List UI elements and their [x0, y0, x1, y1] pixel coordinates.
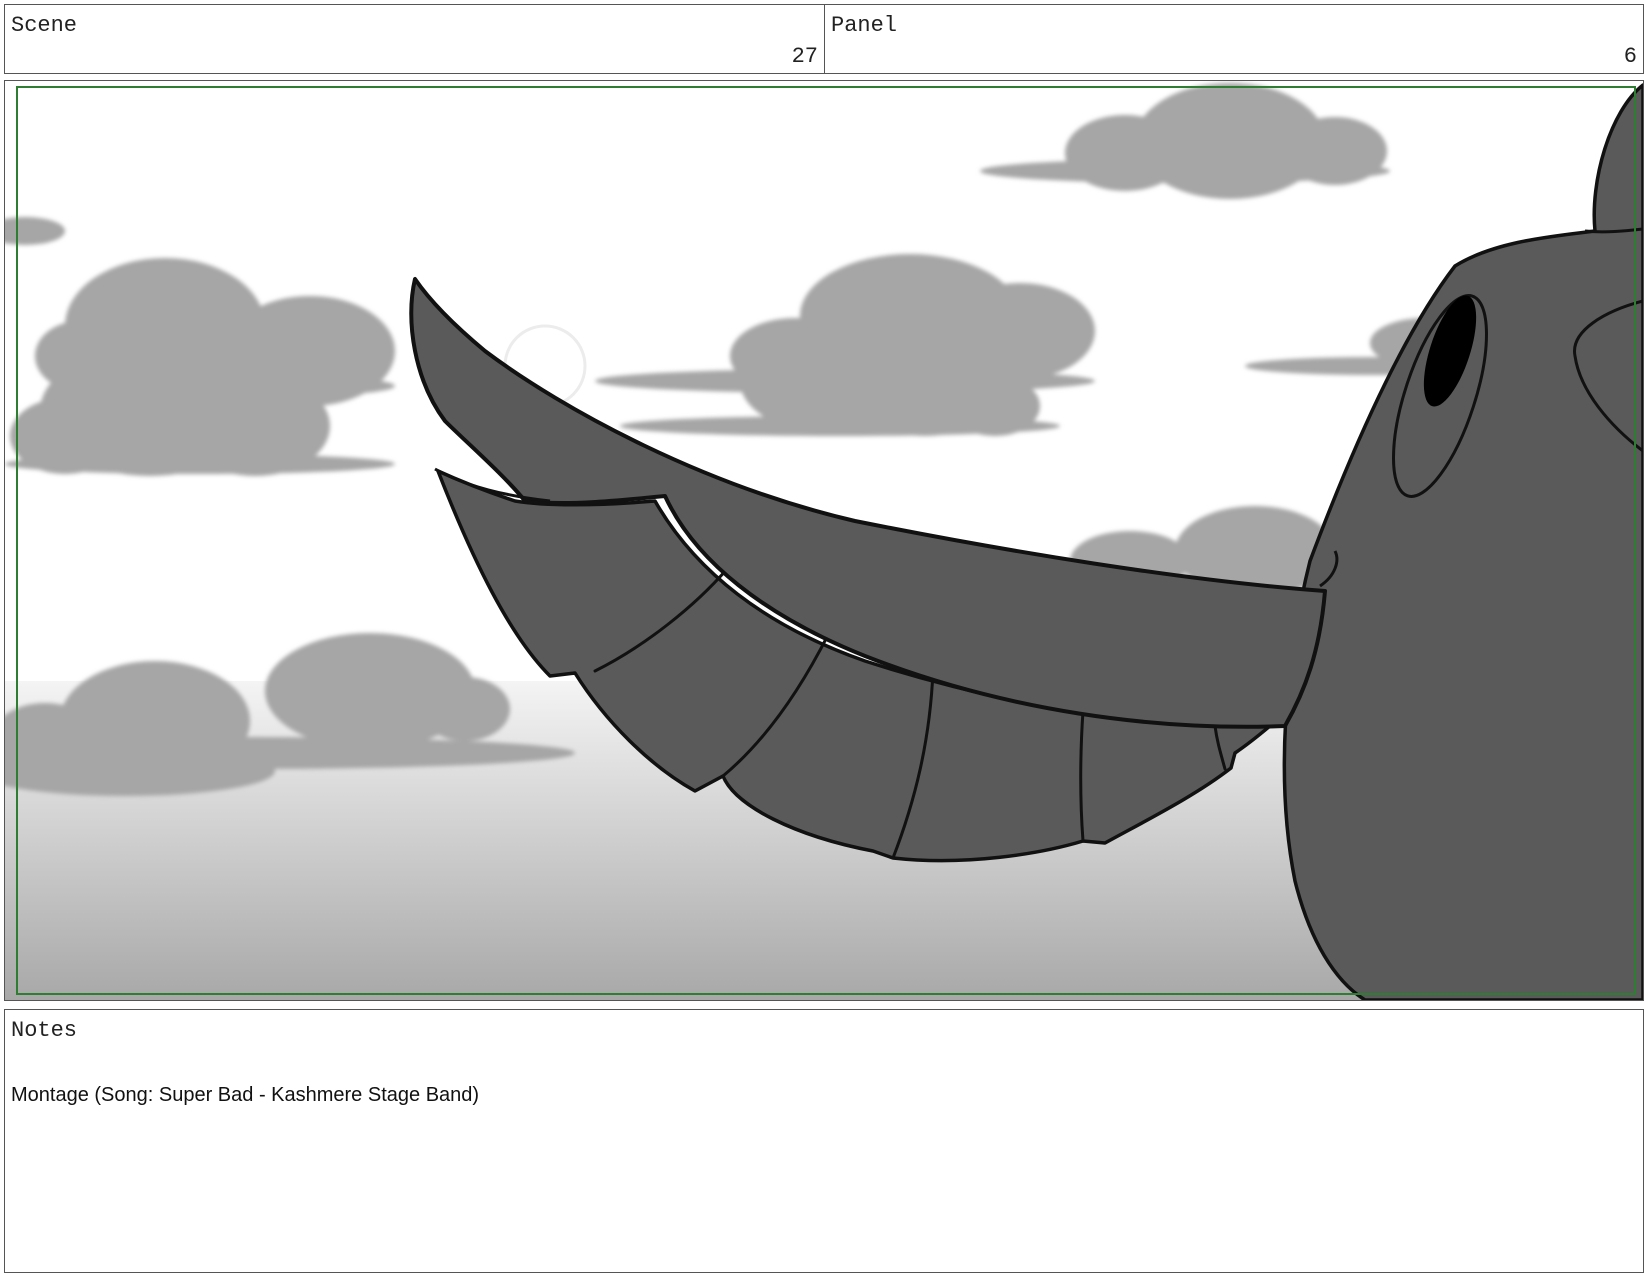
storyboard-sketch-icon: [5, 81, 1643, 1000]
scene-number: 27: [791, 44, 818, 69]
scene-cell: Scene 27: [5, 5, 825, 73]
panel-cell: Panel 6: [825, 5, 1643, 73]
panel-number: 6: [1623, 44, 1637, 69]
panel-image-frame: [4, 80, 1644, 1001]
scene-label: Scene: [11, 13, 78, 38]
notes-label: Notes: [11, 1018, 78, 1043]
panel-label: Panel: [831, 13, 898, 38]
notes-section: Notes Montage (Song: Super Bad - Kashmer…: [4, 1009, 1644, 1273]
storyboard-header: Scene 27 Panel 6: [4, 4, 1644, 74]
notes-text: Montage (Song: Super Bad - Kashmere Stag…: [11, 1084, 480, 1106]
